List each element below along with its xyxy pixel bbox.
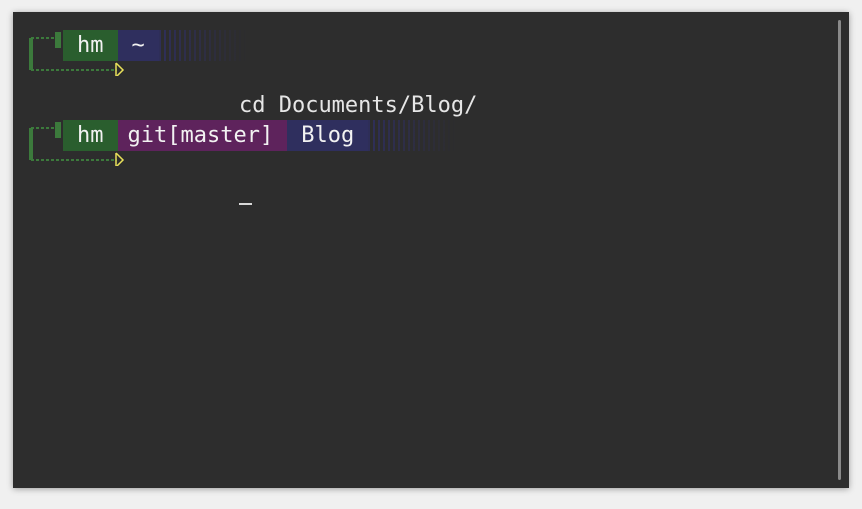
prompt-segments: hm git[master] Blog (63, 120, 459, 151)
user-segment: hm (63, 30, 118, 61)
command-line: cd Documents/Blog/ (133, 61, 477, 118)
arrow-icon (115, 62, 125, 76)
directory-segment: Blog (287, 120, 369, 151)
prompt-block: hm git[master] Blog (13, 112, 713, 205)
segment-fade (158, 30, 249, 61)
user-segment: hm (63, 120, 118, 151)
prompt-block: hm ~ cd Documents/Blog/ (13, 22, 713, 118)
terminal-window[interactable]: hm ~ cd Documents/Blog/ hm git[master] B… (13, 12, 849, 488)
terminal-content[interactable]: hm ~ cd Documents/Blog/ hm git[master] B… (13, 12, 849, 488)
underscore-cursor-icon (238, 203, 252, 205)
directory-segment: ~ (117, 30, 159, 61)
command-line[interactable] (133, 151, 252, 205)
prompt-segments: hm ~ (63, 30, 249, 61)
vertical-scrollbar[interactable] (838, 20, 841, 480)
arrow-icon (115, 152, 125, 166)
git-branch-segment: git[master] (117, 120, 288, 151)
segment-fade (368, 120, 459, 151)
